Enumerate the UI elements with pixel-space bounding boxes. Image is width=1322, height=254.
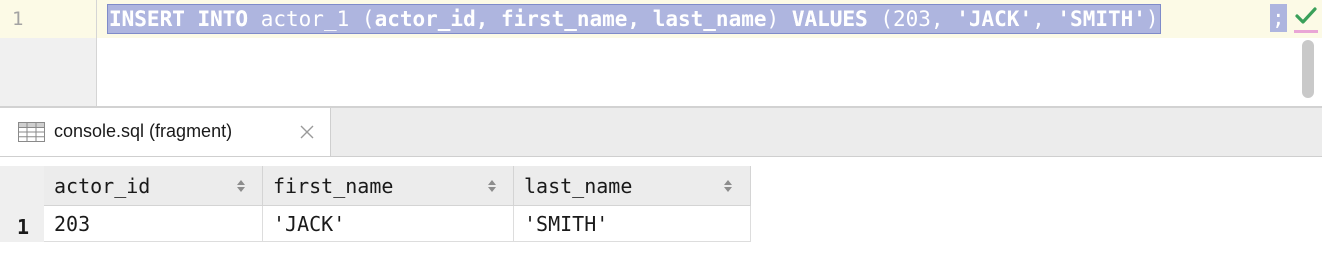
check-icon[interactable]: [1295, 6, 1317, 26]
close-paren: ): [766, 7, 780, 31]
values-open-paren: (: [880, 7, 893, 31]
statement-semicolon: ;: [1270, 4, 1287, 32]
insert-keyword: INSERT INTO: [109, 7, 249, 31]
tab-console-fragment[interactable]: console.sql (fragment): [0, 108, 331, 156]
table-cell[interactable]: 'SMITH': [514, 206, 751, 242]
table-cell[interactable]: 'JACK': [263, 206, 514, 242]
close-icon[interactable]: [299, 124, 315, 140]
column-header-actor-id[interactable]: actor_id: [44, 166, 263, 206]
column-header-first-name[interactable]: first_name: [263, 166, 514, 206]
column-list: actor_id, first_name, last_name: [374, 7, 767, 31]
sql-statement[interactable]: INSERT INTO actor_1 (actor_id, first_nam…: [107, 4, 1161, 34]
sort-icon[interactable]: [723, 179, 733, 193]
tab-label: console.sql (fragment): [54, 121, 233, 141]
sort-icon[interactable]: [487, 179, 497, 193]
result-tab-strip: console.sql (fragment): [0, 108, 1322, 157]
value-first-name: 'JACK': [956, 7, 1033, 31]
column-header-last-name[interactable]: last_name: [514, 166, 751, 206]
vertical-scrollbar[interactable]: [1302, 40, 1314, 98]
value-separator: ,: [930, 7, 944, 31]
table-icon: [18, 122, 45, 142]
column-header-label: first_name: [273, 174, 394, 198]
line-gutter: 1: [0, 0, 97, 108]
table-cell[interactable]: 203: [44, 206, 263, 242]
open-paren: (: [361, 7, 375, 31]
sql-editor[interactable]: 1 INSERT INTO actor_1 (actor_id, first_n…: [0, 0, 1322, 108]
sort-icon[interactable]: [236, 179, 246, 193]
row-number[interactable]: 1: [17, 215, 29, 239]
error-stripe-marker[interactable]: [1294, 30, 1318, 33]
values-close-paren: ): [1145, 7, 1159, 31]
values-keyword: VALUES: [791, 7, 868, 31]
column-header-label: last_name: [524, 174, 633, 198]
value-actor-id: 203: [892, 7, 931, 31]
line-number: 1: [12, 8, 24, 30]
table-name: actor_1: [260, 7, 350, 31]
value-separator: ,: [1032, 7, 1045, 31]
value-last-name: 'SMITH': [1057, 7, 1146, 31]
column-header-label: actor_id: [54, 174, 151, 198]
